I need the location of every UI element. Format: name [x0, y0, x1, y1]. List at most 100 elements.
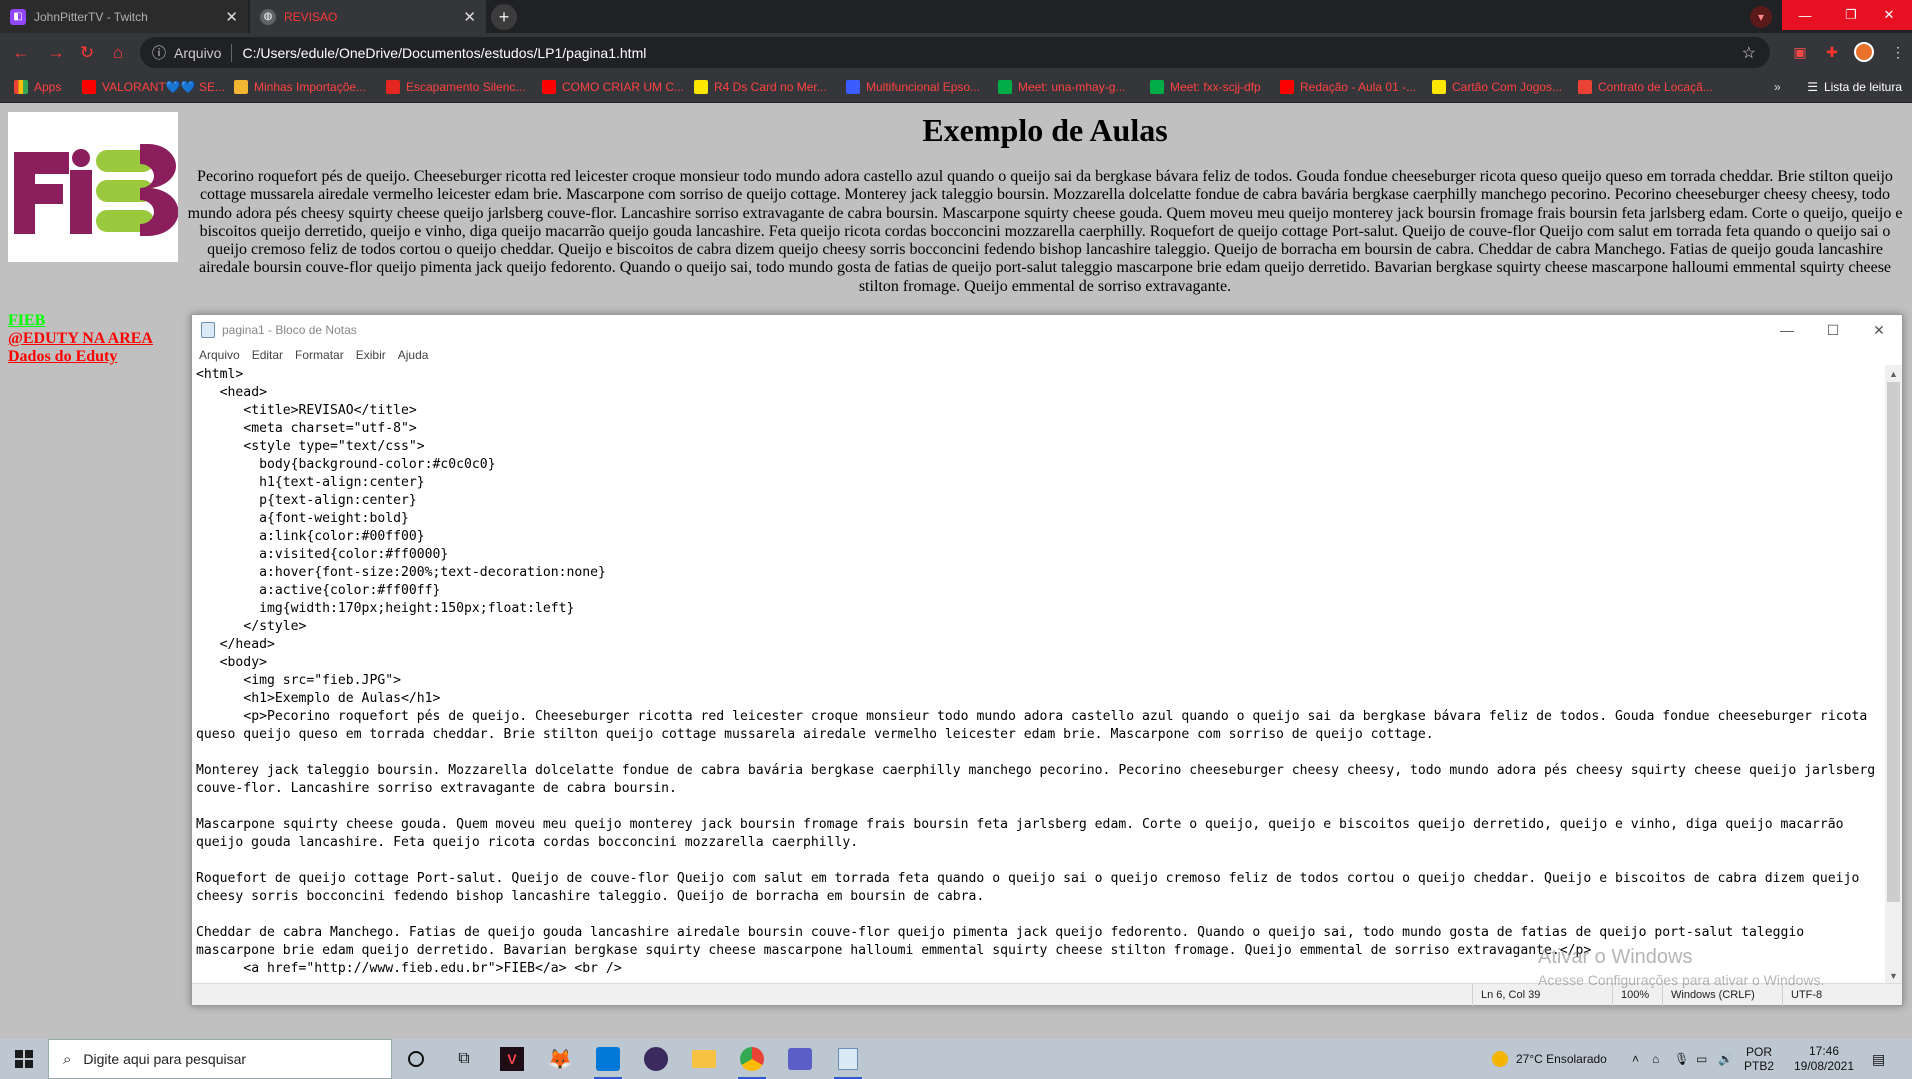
close-icon[interactable]: ✕ [1856, 315, 1902, 345]
link-dados-do-eduty[interactable]: Dados do Eduty [8, 348, 153, 366]
extension-icon[interactable]: ▣ [1790, 42, 1810, 62]
bookmark-label: Redação - Aula 01 -... [1300, 80, 1417, 94]
address-bar[interactable]: ⓘ Arquivo C:/Users/edule/OneDrive/Docume… [140, 37, 1770, 68]
bookmark-item[interactable]: R4 Ds Card no Mer... [694, 80, 827, 94]
notepad-content[interactable]: <html> <head> <title>REVISAO</title> <me… [192, 366, 1886, 978]
notepad-app-icon[interactable] [824, 1039, 872, 1079]
tab-twitch[interactable]: ◧ JohnPitterTV - Twitch ✕ [0, 0, 248, 33]
bookmark-item[interactable]: Apps [14, 80, 61, 94]
handshake-icon [1432, 80, 1446, 94]
microphone-icon[interactable]: 🎙 [1674, 1039, 1689, 1079]
tab-strip: ◧ JohnPitterTV - Twitch ✕ ◍ REVISAO ✕ + … [0, 0, 1912, 33]
reading-list-button[interactable]: ☰ Lista de leitura [1807, 80, 1902, 94]
link-fieb[interactable]: FIEB [8, 312, 153, 330]
bookmark-item[interactable]: Cartão Com Jogos... [1432, 80, 1562, 94]
menu-icon[interactable]: ⋮ [1888, 42, 1908, 62]
bookmark-item[interactable]: COMO CRIAR UM C... [542, 80, 684, 94]
tab-search-icon[interactable]: ▾ [1750, 6, 1772, 28]
notepad-window: pagina1 - Bloco de Notas — ☐ ✕ Arquivo E… [191, 314, 1903, 1006]
bookmark-item[interactable]: Redação - Aula 01 -... [1280, 80, 1416, 94]
puzzle-icon[interactable]: ✚ [1822, 42, 1842, 62]
scroll-up-icon[interactable]: ▲ [1885, 365, 1902, 382]
tab-revisao[interactable]: ◍ REVISAO ✕ [250, 0, 486, 33]
reading-list-label: Lista de leitura [1823, 80, 1902, 94]
weather-widget[interactable]: 27°C Ensolarado [1492, 1039, 1607, 1079]
address-url[interactable]: C:/Users/edule/OneDrive/Documentos/estud… [242, 45, 646, 61]
file-explorer-icon[interactable] [680, 1039, 728, 1079]
address-scheme: Arquivo [174, 44, 222, 61]
task-view-icon[interactable]: ⧉ [440, 1039, 488, 1079]
new-tab-button[interactable]: + [491, 4, 517, 30]
chevron-up-icon[interactable]: ˄ [1632, 1039, 1639, 1079]
windows-start-button[interactable] [0, 1039, 48, 1079]
volume-icon[interactable]: 🔊 [1718, 1039, 1733, 1079]
bookmark-label: VALORANT💙💙 SE... [102, 80, 226, 94]
vscode-app-icon[interactable] [584, 1039, 632, 1079]
minimize-window-button[interactable]: — [1782, 0, 1828, 30]
reading-list-icon: ☰ [1807, 80, 1818, 94]
gmail-icon [1578, 80, 1592, 94]
maximize-icon[interactable]: ☐ [1810, 315, 1856, 345]
weather-text: 27°C Ensolarado [1516, 1052, 1607, 1066]
clock-time: 17:46 [1808, 1044, 1840, 1058]
menu-ajuda[interactable]: Ajuda [398, 348, 429, 362]
scroll-thumb[interactable] [1887, 382, 1900, 902]
notepad-menubar: Arquivo Editar Formatar Exibir Ajuda [192, 345, 1902, 365]
network-icon[interactable]: ⌂ [1652, 1039, 1659, 1079]
windows-icon [15, 1050, 33, 1068]
bookmark-item[interactable]: Meet: una-mhay-g... [998, 80, 1125, 94]
site-icon [386, 80, 400, 94]
search-icon: ⌕ [63, 1050, 72, 1068]
teams-app-icon[interactable] [776, 1039, 824, 1079]
clock[interactable]: 17:46 19/08/2021 [1788, 1039, 1860, 1079]
bookmark-label: Meet: fxx-scjj-dfp [1170, 80, 1261, 94]
home-icon[interactable]: ⌂ [107, 42, 129, 64]
tab-title: JohnPitterTV - Twitch [34, 9, 148, 24]
bookmark-item[interactable]: VALORANT💙💙 SE... [82, 80, 225, 94]
menu-arquivo[interactable]: Arquivo [199, 348, 240, 362]
youtube-icon [1280, 80, 1294, 94]
notepad-titlebar[interactable]: pagina1 - Bloco de Notas — ☐ ✕ [192, 315, 1902, 345]
clock-date: 19/08/2021 [1793, 1059, 1855, 1073]
avatar[interactable] [1854, 42, 1874, 62]
minimize-icon[interactable]: — [1764, 315, 1810, 345]
close-tab-icon[interactable]: ✕ [225, 8, 238, 26]
notepad-text-area[interactable]: <html> <head> <title>REVISAO</title> <me… [192, 365, 1886, 984]
scroll-down-icon[interactable]: ▼ [1885, 967, 1902, 984]
menu-formatar[interactable]: Formatar [295, 348, 344, 362]
link-eduty-na-area[interactable]: @EDUTY NA AREA [8, 330, 153, 348]
forward-icon[interactable]: → [45, 42, 67, 64]
valorant-app-icon[interactable]: V [488, 1039, 536, 1079]
bookmark-item[interactable]: Multifuncional Epso... [846, 80, 980, 94]
menu-editar[interactable]: Editar [252, 348, 283, 362]
fox-app-icon[interactable]: 🦊 [536, 1039, 584, 1079]
globe-icon: ◍ [260, 8, 276, 25]
bookmark-label: Apps [34, 80, 62, 94]
activate-windows-subtitle: Acesse Configurações para ativar o Windo… [1538, 972, 1825, 988]
notifications-icon[interactable]: ▤ [1872, 1039, 1885, 1079]
bookmark-item[interactable]: Meet: fxx-scjj-dfp [1150, 80, 1261, 94]
bookmark-label: Escapamento Silenc... [406, 80, 526, 94]
back-icon[interactable]: ← [10, 42, 32, 64]
reload-icon[interactable]: ↻ [76, 42, 98, 64]
taskbar-search[interactable]: ⌕ Digite aqui para pesquisar [48, 1039, 392, 1079]
bookmarks-bar: Apps VALORANT💙💙 SE... Minhas Importaçõe.… [0, 72, 1912, 103]
chrome-app-icon[interactable] [728, 1039, 776, 1079]
bookmark-item[interactable]: Escapamento Silenc... [386, 80, 525, 94]
page-title: Exemplo de Aulas [922, 112, 1168, 148]
app-icon[interactable] [632, 1039, 680, 1079]
bookmark-item[interactable]: Contrato de Locaçã... [1578, 80, 1713, 94]
more-bookmarks-icon[interactable]: » [1774, 80, 1781, 94]
handshake-icon [694, 80, 708, 94]
language-indicator[interactable]: POR PTB2 [1744, 1039, 1774, 1079]
page-paragraph: Pecorino roquefort pés de queijo. Cheese… [187, 168, 1903, 295]
vertical-scrollbar[interactable]: ▲ ▼ [1885, 365, 1902, 984]
menu-exibir[interactable]: Exibir [356, 348, 386, 362]
bookmark-item[interactable]: Minhas Importaçõe... [234, 80, 366, 94]
info-icon[interactable]: ⓘ [152, 43, 166, 63]
close-window-button[interactable]: ✕ [1866, 0, 1912, 30]
cortana-icon[interactable] [392, 1039, 440, 1079]
close-tab-icon[interactable]: ✕ [463, 8, 476, 26]
bookmark-star-icon[interactable]: ☆ [1742, 43, 1756, 63]
display-icon[interactable]: ▭ [1696, 1039, 1707, 1079]
